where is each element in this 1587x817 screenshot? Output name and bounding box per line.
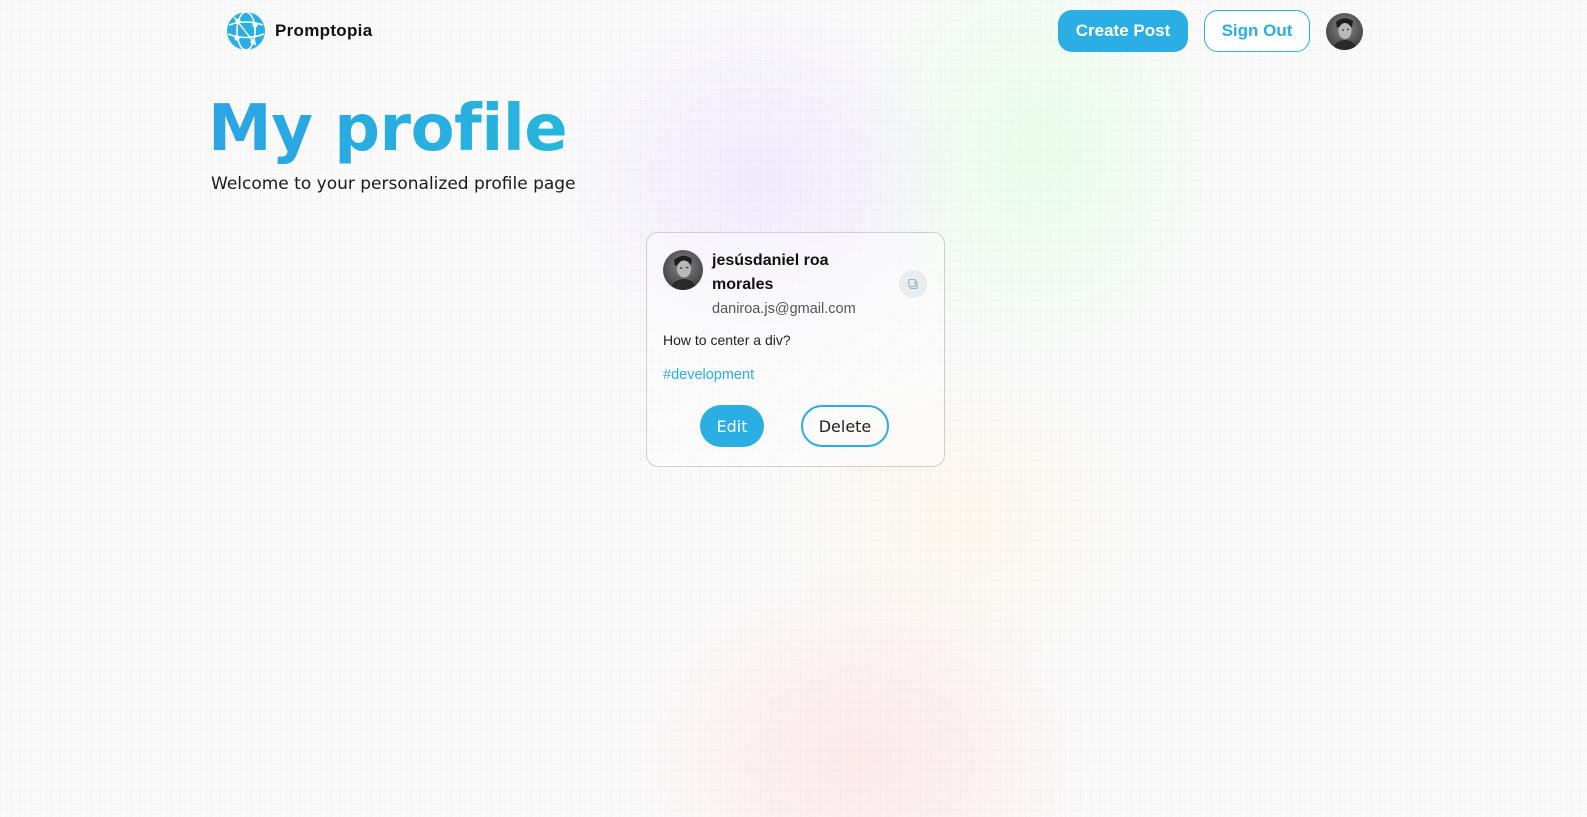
user-avatar-icon <box>1326 13 1363 50</box>
top-navbar: Promptopia Create Post Sign Out <box>0 0 1587 62</box>
card-author-avatar[interactable] <box>663 250 703 290</box>
profile-avatar[interactable] <box>1326 13 1363 50</box>
card-tag[interactable]: #development <box>663 367 754 383</box>
page-description: Welcome to your personalized profile pag… <box>211 174 576 194</box>
card-username: jesúsdaniel roa morales <box>712 252 829 293</box>
copy-icon <box>908 278 918 290</box>
card-prompt-text: How to center a div? <box>663 332 791 348</box>
delete-button[interactable]: Delete <box>801 405 889 447</box>
create-post-button[interactable]: Create Post <box>1058 10 1188 52</box>
user-avatar-icon <box>663 250 703 290</box>
page-title: My profile <box>208 92 568 166</box>
prompt-card: jesúsdaniel roa morales daniroa.js@gmail… <box>646 232 945 467</box>
copy-button[interactable] <box>899 270 927 298</box>
brand-link[interactable]: Promptopia <box>226 10 372 52</box>
sign-out-button[interactable]: Sign Out <box>1204 10 1310 52</box>
globe-network-icon <box>227 11 265 51</box>
edit-button[interactable]: Edit <box>700 405 764 447</box>
card-email: daniroa.js@gmail.com <box>712 301 856 317</box>
card-author-info[interactable]: jesúsdaniel roa morales daniroa.js@gmail… <box>712 249 882 319</box>
brand-name: Promptopia <box>275 21 373 40</box>
